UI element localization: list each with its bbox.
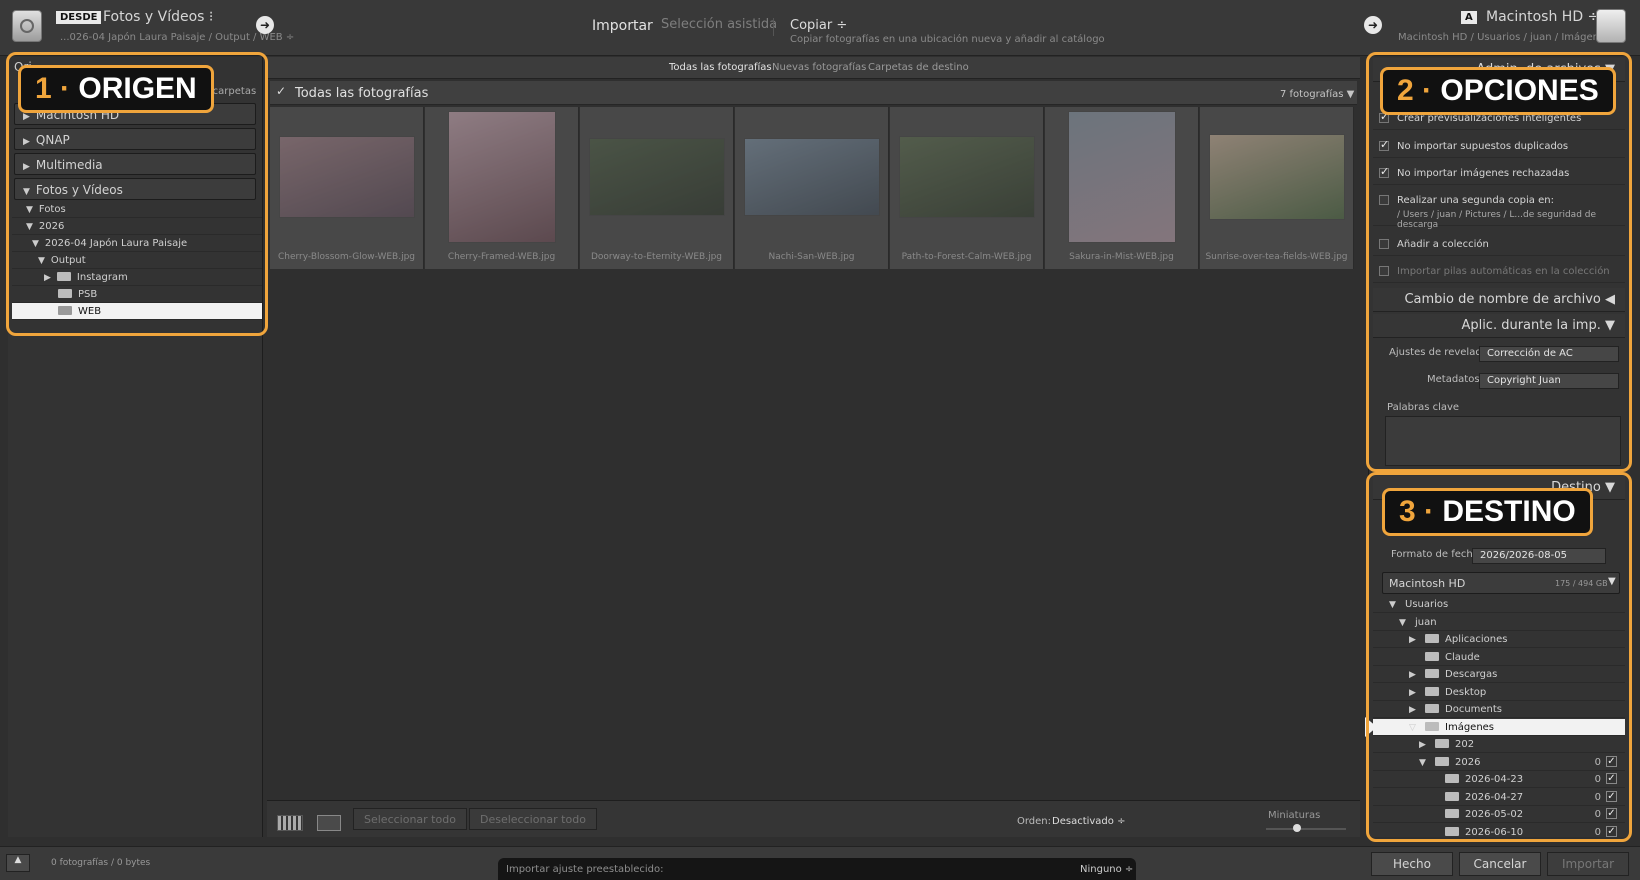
filter-all-photos[interactable]: Todas las fotografías: [669, 62, 772, 73]
source-badge: DESDE: [56, 11, 102, 24]
footer-status: 0 fotografías / 0 bytes: [51, 858, 151, 868]
photo-filename: Path-to-Forest-Calm-WEB.jpg: [901, 252, 1032, 262]
grid-title: Todas las fotografías: [295, 86, 429, 101]
thumbnails-label: Miniaturas: [1268, 810, 1321, 821]
photo-thumbnail[interactable]: Cherry-Blossom-Glow-WEB.jpg: [270, 107, 424, 269]
photo-image: [279, 136, 415, 218]
arrow-right-icon: ➜: [256, 16, 274, 34]
mode-copy-description: Copiar fotografías en una ubicación nuev…: [790, 34, 1105, 45]
photo-filename: Cherry-Framed-WEB.jpg: [447, 252, 556, 262]
photo-thumbnail[interactable]: Path-to-Forest-Calm-WEB.jpg: [890, 107, 1044, 269]
photo-filename: Nachi-San-WEB.jpg: [768, 252, 855, 262]
sort-select[interactable]: Desactivado ÷: [1052, 816, 1125, 827]
select-all-button[interactable]: Seleccionar todo: [353, 808, 467, 830]
expand-up-icon[interactable]: ▲: [6, 854, 30, 872]
photo-image: [589, 138, 725, 216]
destination-path: Macintosh HD / Usuarios / juan / Imágene…: [1398, 32, 1611, 43]
source-path: ...026-04 Japón Laura Paisaje / Output /…: [60, 32, 295, 43]
photo-filename: Sakura-in-Mist-WEB.jpg: [1069, 252, 1174, 262]
deselect-all-button[interactable]: Deseleccionar todo: [469, 808, 597, 830]
callout-destination: 3 · DESTINO: [1382, 488, 1593, 536]
photo-thumbnail[interactable]: Nachi-San-WEB.jpg: [735, 107, 889, 269]
options-highlight: [1366, 52, 1632, 472]
preset-select[interactable]: Ninguno ÷: [1080, 864, 1133, 875]
photo-image: [1209, 134, 1345, 220]
photo-image: [744, 138, 880, 216]
photo-thumbnail[interactable]: Doorway-to-Eternity-WEB.jpg: [580, 107, 734, 269]
photo-filename: Cherry-Blossom-Glow-WEB.jpg: [277, 252, 416, 262]
photo-thumbnail[interactable]: Sunrise-over-tea-fields-WEB.jpg: [1200, 107, 1354, 269]
filter-bar: Todas las fotografías Nuevas fotografías…: [267, 57, 1360, 79]
thumbnail-size-slider[interactable]: [1266, 828, 1346, 830]
photo-count[interactable]: 7 fotografías ▼: [1280, 89, 1354, 100]
callout-origin: 1 · ORIGEN: [18, 65, 214, 113]
mode-divider: [773, 18, 774, 36]
photo-thumbnail[interactable]: Sakura-in-Mist-WEB.jpg: [1045, 107, 1199, 269]
import-preset-bar[interactable]: Importar ajuste preestablecido: Ninguno …: [498, 858, 1136, 880]
photo-image: [899, 136, 1035, 218]
photo-image: [1068, 111, 1176, 243]
photo-image: [448, 111, 556, 243]
mode-copy[interactable]: Copiar ÷: [790, 18, 847, 33]
cancel-button[interactable]: Cancelar: [1459, 852, 1541, 876]
source-device-icon[interactable]: [12, 10, 42, 42]
source-title[interactable]: Fotos y Vídeos ⁝: [103, 9, 213, 25]
arrow-right-icon: ➜: [1364, 16, 1382, 34]
destination-drive-letter: A: [1461, 11, 1477, 24]
filter-destination-folders[interactable]: Carpetas de destino: [868, 62, 969, 73]
photo-filename: Sunrise-over-tea-fields-WEB.jpg: [1205, 252, 1348, 262]
import-button[interactable]: Importar: [1547, 852, 1629, 876]
loupe-view-icon[interactable]: [317, 815, 341, 831]
select-all-check-icon[interactable]: ✓: [276, 84, 286, 98]
apple-drive-icon[interactable]: [1596, 9, 1626, 43]
done-button[interactable]: Hecho: [1371, 852, 1453, 876]
grid-view-icon[interactable]: [277, 815, 303, 831]
filter-new-photos[interactable]: Nuevas fotografías: [772, 62, 866, 73]
slider-handle[interactable]: [1293, 824, 1301, 832]
photo-thumbnail[interactable]: Cherry-Framed-WEB.jpg: [425, 107, 579, 269]
mode-assisted-selection[interactable]: Selección asistida: [661, 17, 777, 32]
callout-options: 2 · OPCIONES: [1380, 67, 1616, 115]
destination-title[interactable]: Macintosh HD ÷: [1486, 9, 1599, 25]
preset-label: Importar ajuste preestablecido:: [506, 864, 664, 875]
photo-filename: Doorway-to-Eternity-WEB.jpg: [590, 252, 722, 262]
mode-import[interactable]: Importar: [592, 18, 653, 34]
sort-label: Orden:: [1017, 816, 1052, 827]
grid-header: [270, 81, 1357, 105]
